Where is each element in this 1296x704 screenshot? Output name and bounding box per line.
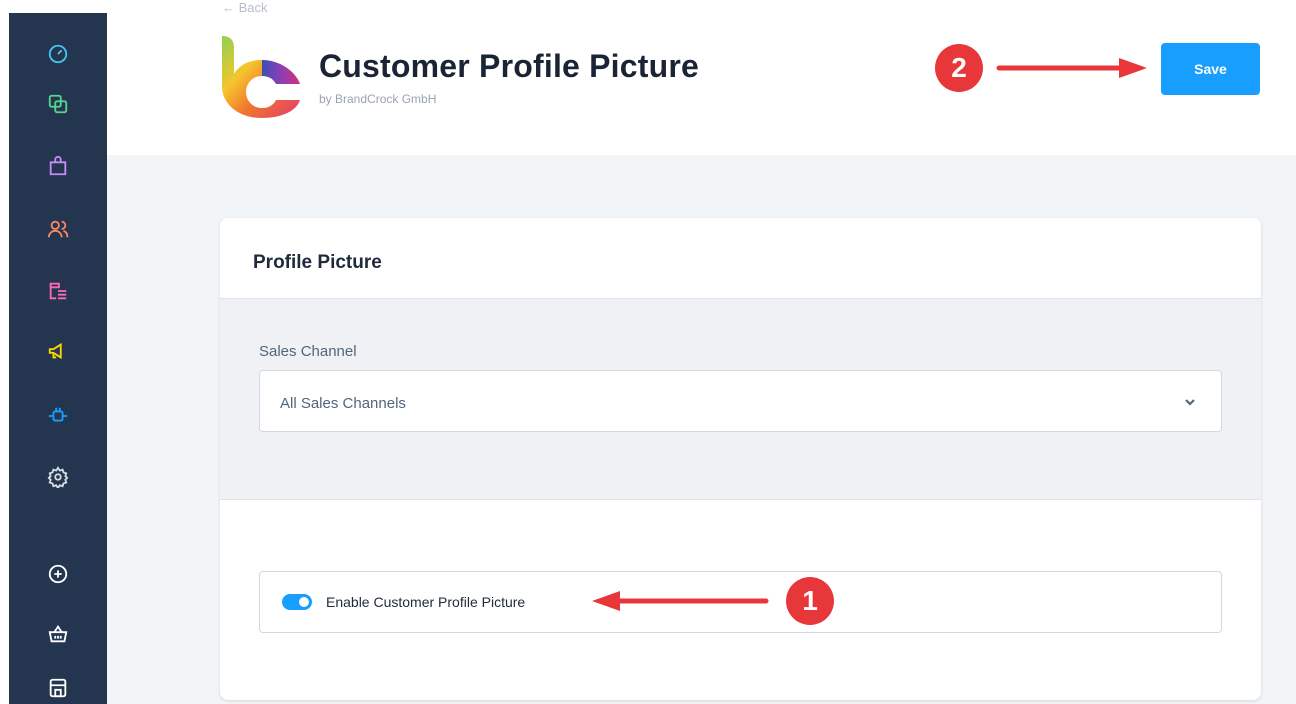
annotation-badge-1: 1 bbox=[786, 577, 834, 625]
marketing-icon[interactable] bbox=[45, 338, 71, 364]
dashboard-icon[interactable] bbox=[45, 41, 71, 67]
chevron-down-icon bbox=[1185, 399, 1195, 406]
enable-profile-picture-label[interactable]: Enable Customer Profile Picture bbox=[326, 594, 525, 610]
page-title: Customer Profile Picture bbox=[319, 48, 700, 84]
profile-picture-card: Profile Picture Sales Channel All Sales … bbox=[220, 218, 1261, 700]
brandcrock-logo bbox=[218, 34, 302, 118]
settings-icon[interactable] bbox=[45, 464, 71, 490]
basket-icon[interactable] bbox=[45, 621, 71, 647]
sales-channel-label: Sales Channel bbox=[259, 343, 357, 360]
page-subtitle: by BrandCrock GmbH bbox=[319, 92, 437, 106]
extensions-icon[interactable] bbox=[45, 403, 71, 429]
enable-profile-picture-toggle[interactable] bbox=[282, 594, 312, 610]
annotation-badge-2: 2 bbox=[935, 44, 983, 92]
card-header: Profile Picture bbox=[220, 218, 1261, 299]
card-title: Profile Picture bbox=[253, 252, 382, 273]
orders-icon[interactable] bbox=[45, 153, 71, 179]
toggle-knob bbox=[299, 597, 309, 607]
store-icon[interactable] bbox=[45, 675, 71, 701]
back-link[interactable]: ← Back bbox=[222, 2, 268, 12]
sales-channel-value: All Sales Channels bbox=[280, 395, 406, 412]
catalogues-icon[interactable] bbox=[45, 91, 71, 117]
save-button[interactable]: Save bbox=[1161, 43, 1260, 95]
annotation-arrow-left-icon bbox=[592, 591, 769, 611]
annotation-arrow-right-icon bbox=[996, 58, 1147, 78]
add-icon[interactable] bbox=[45, 561, 71, 587]
customers-icon[interactable] bbox=[45, 216, 71, 242]
content-icon[interactable] bbox=[45, 278, 71, 304]
admin-sidebar bbox=[9, 13, 107, 704]
sales-channel-select[interactable]: All Sales Channels bbox=[259, 370, 1222, 432]
